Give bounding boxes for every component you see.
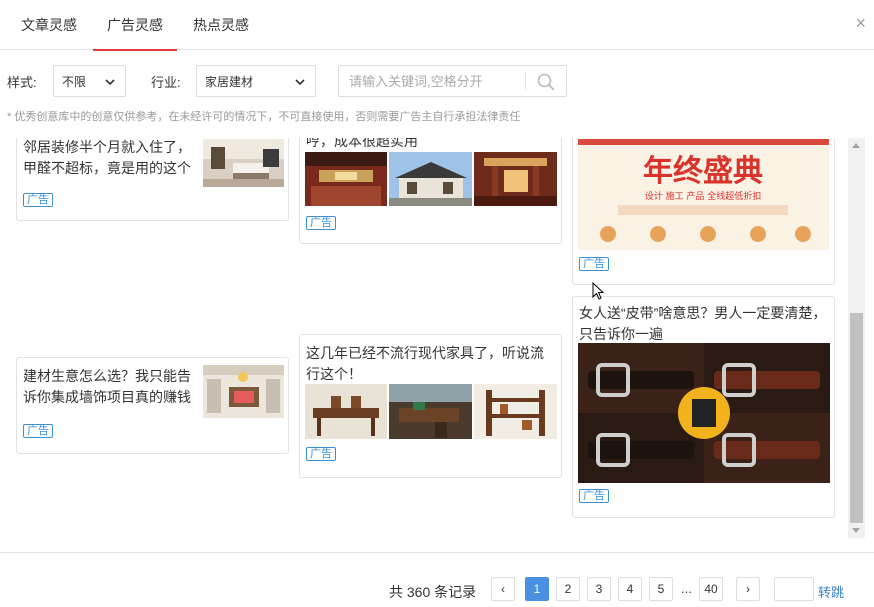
mouse-cursor-icon bbox=[592, 282, 604, 300]
ad-card[interactable]: 这几年已经不流行现代家具了，听说流行这个！ 广告 bbox=[299, 334, 562, 478]
ad-badge: 广告 bbox=[579, 489, 609, 503]
ad-badge: 广告 bbox=[23, 193, 53, 207]
ad-card-image-1 bbox=[305, 152, 387, 206]
ad-card-image-2 bbox=[389, 152, 472, 206]
page-button-2[interactable]: 2 bbox=[556, 577, 580, 601]
ad-card-image-1 bbox=[305, 384, 387, 439]
page-button-4[interactable]: 4 bbox=[618, 577, 642, 601]
ad-card-title: 哼，成本很超实用 bbox=[306, 138, 418, 149]
ad-card-image-3 bbox=[474, 384, 557, 439]
chevron-down-icon bbox=[105, 79, 115, 86]
ad-badge: 广告 bbox=[579, 257, 609, 271]
scroll-down-icon[interactable] bbox=[852, 528, 860, 533]
page-button-3[interactable]: 3 bbox=[587, 577, 611, 601]
tab-hot-inspiration[interactable]: 热点灵感 bbox=[193, 0, 249, 50]
ad-card[interactable]: 建材生意怎么选？我只能告诉你集成墙饰项目真的赚钱 广告 bbox=[16, 357, 289, 454]
tab-article-inspiration[interactable]: 文章灵感 bbox=[21, 0, 77, 50]
vertical-scrollbar[interactable] bbox=[848, 138, 865, 538]
ad-card-title: 这几年已经不流行现代家具了，听说流行这个！ bbox=[306, 345, 544, 382]
next-page-button[interactable]: › bbox=[736, 577, 760, 601]
ad-card-title: 建材生意怎么选？我只能告诉你集成墙饰项目真的赚钱 bbox=[23, 368, 191, 405]
search-input[interactable] bbox=[340, 67, 524, 95]
copyright-notice: * 优秀创意库中的创意仅供参考，在未经许可的情况下，不可直接使用，否则需要广告主… bbox=[7, 111, 521, 123]
ad-card-image-3 bbox=[474, 152, 557, 206]
ad-card[interactable]: 邻居装修半个月就入住了，甲醛不超标，竟是用的这个 广告 bbox=[16, 138, 289, 221]
ad-card-title: 邻居装修半个月就入住了，甲醛不超标，竟是用的这个 bbox=[23, 139, 191, 176]
style-select[interactable]: 不限 bbox=[53, 65, 126, 97]
page-button-1[interactable]: 1 bbox=[525, 577, 549, 601]
prev-page-button[interactable]: ‹ bbox=[491, 577, 515, 601]
total-records: 共 360 条记录 bbox=[389, 584, 477, 600]
ad-card[interactable]: 女人送“皮带”啥意思？男人一定要清楚，只告诉你一遍 广告 bbox=[572, 296, 835, 518]
ad-badge: 广告 bbox=[306, 447, 336, 461]
scrollbar-thumb[interactable] bbox=[850, 313, 863, 523]
tab-bar: 文章灵感 广告灵感 热点灵感 × bbox=[0, 0, 874, 51]
search-box bbox=[338, 65, 567, 97]
ad-card-title: 女人送“皮带”啥意思？男人一定要清楚，只告诉你一遍 bbox=[579, 305, 827, 342]
industry-select-value: 家居建材 bbox=[205, 75, 254, 89]
tab-ad-inspiration[interactable]: 广告灵感 bbox=[93, 0, 177, 51]
ad-card-image-2 bbox=[389, 384, 472, 439]
ad-card[interactable]: 哼，成本很超实用 广告 bbox=[299, 138, 562, 244]
banner-text: 年终盛典 bbox=[643, 154, 763, 189]
ad-badge: 广告 bbox=[23, 424, 53, 438]
close-icon[interactable]: × bbox=[855, 14, 866, 32]
search-divider bbox=[525, 72, 526, 90]
chevron-down-icon bbox=[295, 79, 305, 86]
results-grid: 邻居装修半个月就入住了，甲醛不超标，竟是用的这个 广告 哼，成本很超实用 广告 … bbox=[0, 138, 866, 538]
industry-label: 行业: bbox=[151, 75, 181, 90]
industry-select[interactable]: 家居建材 bbox=[196, 65, 316, 97]
ad-card[interactable]: 年终盛典 设计 施工 产品 全线超低折扣 广告 bbox=[572, 138, 835, 285]
search-icon[interactable] bbox=[536, 72, 556, 92]
page-ellipsis: ... bbox=[681, 581, 692, 596]
ad-card-banner: 年终盛典 设计 施工 产品 全线超低折扣 bbox=[578, 139, 829, 250]
page-button-5[interactable]: 5 bbox=[649, 577, 673, 601]
ad-badge: 广告 bbox=[306, 216, 336, 230]
style-label: 样式: bbox=[7, 75, 37, 90]
goto-page-input[interactable] bbox=[774, 577, 814, 601]
pagination-bar: 共 360 条记录 ‹ 1 2 3 4 5 ... 40 › 转跳 bbox=[0, 552, 874, 607]
ad-card-thumbnail bbox=[203, 365, 284, 418]
ad-card-thumbnail bbox=[203, 139, 284, 187]
ad-card-banner bbox=[578, 343, 830, 483]
style-select-value: 不限 bbox=[62, 75, 87, 89]
scroll-up-icon[interactable] bbox=[852, 143, 860, 148]
banner-subtext: 设计 施工 产品 全线超低折扣 bbox=[645, 190, 762, 202]
goto-page-button[interactable]: 转跳 bbox=[818, 582, 844, 601]
page-button-last[interactable]: 40 bbox=[699, 577, 723, 601]
